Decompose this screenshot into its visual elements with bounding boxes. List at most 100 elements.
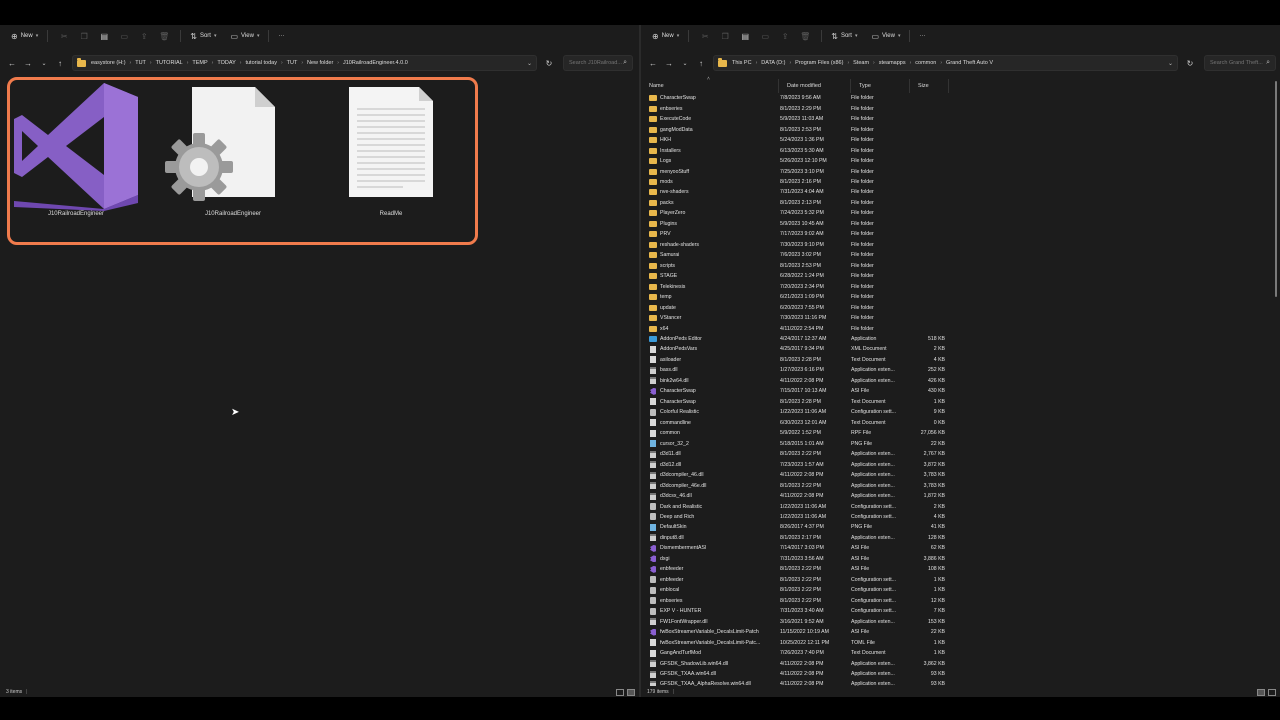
breadcrumb-item[interactable]: New folder [307, 60, 333, 66]
table-row[interactable]: menyooStuff 7/25/2023 3:10 PM File folder [641, 166, 1271, 176]
table-row[interactable]: x64 4/11/2022 2:54 PM File folder [641, 323, 1271, 333]
address-bar[interactable]: easystore (H:) › TUT › TUTORIAL › TEMP › TODAY › t… [72, 55, 537, 71]
cut-icon[interactable]: ✂ [54, 28, 74, 44]
table-row[interactable]: DismembermentASI 7/14/2017 3:03 PM ASI Fil… [641, 543, 1271, 553]
search-box[interactable]: ⌕ [563, 55, 633, 71]
chevron-right-icon[interactable]: › [187, 60, 189, 66]
paste-icon[interactable]: ▤ [94, 28, 114, 44]
table-row[interactable]: FW1FontWrapper.dll 3/16/2021 9:52 AM Appli… [641, 616, 1271, 626]
breadcrumb-item[interactable]: tutorial today [245, 60, 277, 66]
tiles-view-icon[interactable] [1268, 689, 1276, 696]
table-row[interactable]: temp 6/21/2023 1:09 PM File folder [641, 292, 1271, 302]
table-row[interactable]: enbfeeder 8/1/2023 2:22 PM Configuration s… [641, 575, 1271, 585]
table-row[interactable]: VStancer 7/30/2023 11:16 PM File folder [641, 313, 1271, 323]
table-row[interactable]: AddonPeds Editor 4/24/2017 12:37 AM Applic… [641, 334, 1271, 344]
copy-icon[interactable]: ❐ [74, 28, 94, 44]
breadcrumb-item[interactable]: TEMP [192, 60, 207, 66]
table-row[interactable]: Telekinesis 7/20/2023 2:34 PM File folder [641, 281, 1271, 291]
breadcrumb-item[interactable]: DATA (D:) [761, 60, 785, 66]
breadcrumb-item[interactable]: steamapps [879, 60, 906, 66]
forward-arrow-icon[interactable]: → [20, 55, 36, 71]
table-row[interactable]: d3dcompiler_46.dll 4/11/2022 2:08 PM Appli… [641, 470, 1271, 480]
chevron-right-icon[interactable]: › [130, 60, 132, 66]
view-button[interactable]: ▭ View ▾ [227, 28, 262, 44]
chevron-right-icon[interactable]: › [940, 60, 942, 66]
breadcrumb-item[interactable]: TUTORIAL [156, 60, 183, 66]
recent-chevron-icon[interactable]: ⌄ [677, 55, 693, 71]
breadcrumb-item[interactable]: Program Files (x86) [795, 60, 843, 66]
more-options-button[interactable]: ··· [916, 28, 928, 44]
table-row[interactable]: fwBoxStreamerVariable_DecalsLimit-Patch 1… [641, 627, 1271, 637]
cut-icon[interactable]: ✂ [695, 28, 715, 44]
table-row[interactable]: Logs 5/26/2023 12:10 PM File folder [641, 156, 1271, 166]
column-header-date[interactable]: Date modified [779, 79, 851, 93]
table-row[interactable]: enbseries 8/1/2023 2:29 PM File folder [641, 103, 1271, 113]
table-row[interactable]: mods 8/1/2023 2:16 PM File folder [641, 177, 1271, 187]
table-row[interactable]: dinput8.dll 8/1/2023 2:17 PM Application e… [641, 533, 1271, 543]
table-row[interactable]: d3dcompiler_46e.dll 8/1/2023 2:22 PM Appli… [641, 480, 1271, 490]
table-row[interactable]: common 5/9/2022 1:52 PM RPF File 27,056 KB [641, 428, 1271, 438]
table-row[interactable]: enbseries 8/1/2023 2:22 PM Configuration s… [641, 596, 1271, 606]
chevron-right-icon[interactable]: › [337, 60, 339, 66]
table-row[interactable]: ExecuteCode 5/9/2023 11:03 AM File folder [641, 114, 1271, 124]
share-icon[interactable]: ⇪ [775, 28, 795, 44]
breadcrumb-item[interactable]: TODAY [217, 60, 235, 66]
breadcrumb-item[interactable]: J10RailroadEngineer.4.0.0 [343, 60, 408, 66]
back-arrow-icon[interactable]: ← [645, 55, 661, 71]
table-row[interactable]: CharacterSwap 8/1/2023 2:28 PM Text Docume… [641, 397, 1271, 407]
breadcrumb-item[interactable]: common [915, 60, 936, 66]
dropdown-chevron-icon[interactable]: ⌄ [527, 60, 532, 67]
breadcrumb-item[interactable]: TUT [287, 60, 298, 66]
table-row[interactable]: update 6/20/2023 7:55 PM File folder [641, 302, 1271, 312]
table-row[interactable]: DefaultSkin 8/26/2017 4:37 PM PNG File 41 K… [641, 522, 1271, 532]
delete-icon[interactable]: 🗑 [154, 28, 174, 44]
file-item[interactable]: J10RailroadEngineer [165, 81, 301, 221]
table-row[interactable]: cursor_32_2 5/18/2015 1:01 AM PNG File 22 K… [641, 438, 1271, 448]
breadcrumb-item[interactable]: easystore (H:) [91, 60, 126, 66]
new-button[interactable]: ⊕ New ▾ [8, 28, 41, 44]
view-button[interactable]: ▭ View ▾ [868, 28, 903, 44]
chevron-right-icon[interactable]: › [756, 60, 758, 66]
new-button[interactable]: ⊕ New ▾ [649, 28, 682, 44]
back-arrow-icon[interactable]: ← [4, 55, 20, 71]
paste-icon[interactable]: ▤ [735, 28, 755, 44]
copy-icon[interactable]: ❐ [715, 28, 735, 44]
table-row[interactable]: bass.dll 1/27/2023 6:16 PM Application ext… [641, 365, 1271, 375]
details-view-icon[interactable] [1257, 689, 1265, 696]
table-row[interactable]: CharacterSwap 7/8/2023 9:56 AM File folder [641, 93, 1271, 103]
table-row[interactable]: Samurai 7/6/2023 3:02 PM File folder [641, 250, 1271, 260]
table-row[interactable]: enbfeeder 8/1/2023 2:22 PM ASI File 108 KB [641, 564, 1271, 574]
rename-icon[interactable]: ▭ [114, 28, 134, 44]
tiles-view-icon[interactable] [627, 689, 635, 696]
breadcrumb-item[interactable]: This PC [732, 60, 752, 66]
column-header-type[interactable]: Type [851, 79, 910, 93]
table-row[interactable]: enblocal 8/1/2023 2:22 PM Configuration se… [641, 585, 1271, 595]
search-input[interactable] [1210, 60, 1267, 66]
table-row[interactable]: AddonPedsVars 4/25/2017 9:34 PM XML Docume… [641, 344, 1271, 354]
table-row[interactable]: d3d12.dll 7/23/2023 1:57 AM Application ex… [641, 459, 1271, 469]
address-bar[interactable]: This PC › DATA (D:) › Program Files (x86) › St… [713, 55, 1178, 71]
table-row[interactable]: Deep and Rich 1/22/2023 11:06 AM Configura… [641, 512, 1271, 522]
file-item[interactable]: ReadMe [323, 81, 459, 221]
chevron-right-icon[interactable]: › [789, 60, 791, 66]
recent-chevron-icon[interactable]: ⌄ [36, 55, 52, 71]
more-options-button[interactable]: ··· [275, 28, 287, 44]
table-row[interactable]: PRV 7/17/2023 9:02 AM File folder [641, 229, 1271, 239]
table-row[interactable]: dxgi 7/31/2023 3:56 AM ASI File 3,886 KB [641, 554, 1271, 564]
chevron-right-icon[interactable]: › [212, 60, 214, 66]
search-box[interactable]: ⌕ [1204, 55, 1276, 71]
chevron-right-icon[interactable]: › [873, 60, 875, 66]
column-header-name[interactable]: ˄ Name [641, 76, 779, 93]
breadcrumb-item[interactable]: TUT [135, 60, 146, 66]
chevron-right-icon[interactable]: › [240, 60, 242, 66]
breadcrumb-item[interactable]: Steam [853, 60, 869, 66]
chevron-right-icon[interactable]: › [281, 60, 283, 66]
table-row[interactable]: Plugins 5/9/2023 10:45 AM File folder [641, 219, 1271, 229]
chevron-right-icon[interactable]: › [301, 60, 303, 66]
chevron-right-icon[interactable]: › [910, 60, 912, 66]
table-row[interactable]: EXP V - HUNTER 7/31/2023 3:40 AM Configura… [641, 606, 1271, 616]
table-row[interactable]: Dark and Realistic 1/22/2023 11:06 AM Conf… [641, 501, 1271, 511]
vertical-scrollbar[interactable] [1275, 81, 1277, 297]
file-item[interactable]: J10RailroadEngineer [8, 81, 144, 221]
table-row[interactable]: asiloader 8/1/2023 2:28 PM Text Document 4 … [641, 355, 1271, 365]
